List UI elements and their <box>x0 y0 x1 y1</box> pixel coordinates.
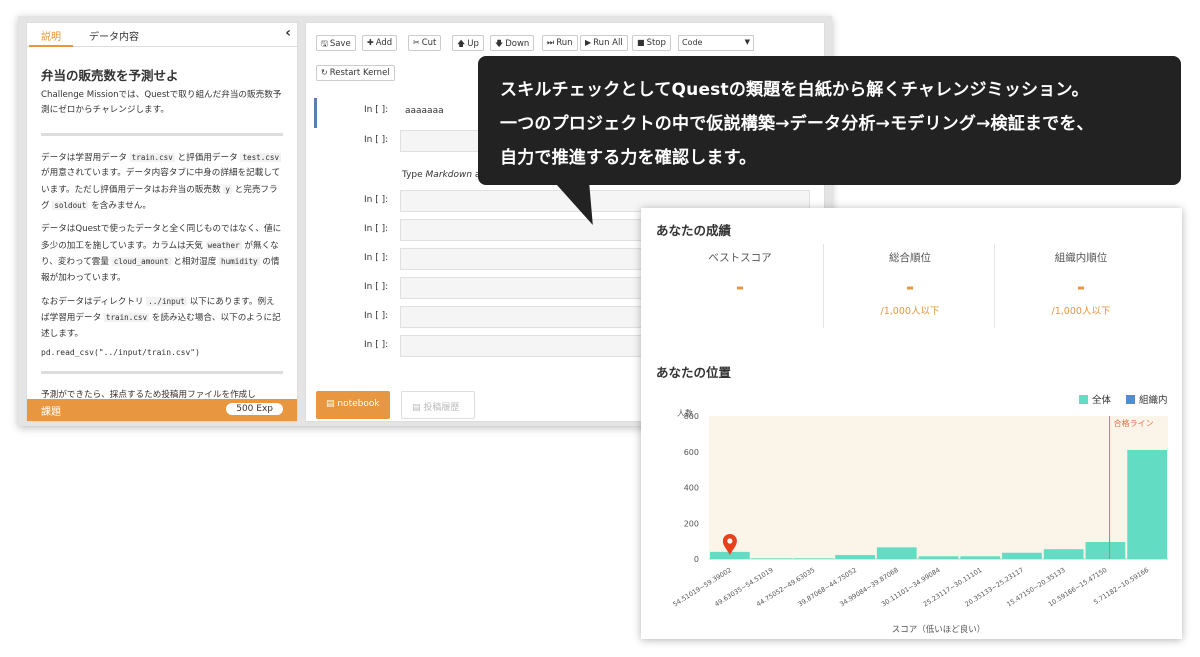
bar-all <box>793 558 834 559</box>
bar-all <box>751 558 792 559</box>
code-example: pd.read_csv("../input/train.csv") <box>41 348 200 358</box>
bar-all <box>1085 542 1126 559</box>
legend-swatch <box>1079 395 1088 404</box>
cell-prompt: In [ ]: <box>364 195 389 205</box>
tab-description[interactable]: 説明 <box>29 28 73 47</box>
paragraph-data-changes: データはQuestで使ったデータと全く同じものではなく、値に多少の加工を施してい… <box>41 224 282 283</box>
document-icon: ▤ <box>412 403 424 413</box>
y-tick-label: 800 <box>684 412 699 421</box>
y-tick-label: 200 <box>684 519 699 528</box>
results-title: あなたの成績 <box>656 223 732 238</box>
active-cell-indicator <box>314 98 317 128</box>
description-tabs: 説明 データ内容 ‹ <box>27 23 297 47</box>
save-icon: 🖫 <box>321 39 328 48</box>
callout-line: 自力で推進する力を確認します。 <box>500 148 757 168</box>
plus-icon: ✚ <box>367 38 374 47</box>
arrow-down-icon: 🡇 <box>495 39 504 48</box>
cell-type-select[interactable]: Code ▼ <box>678 35 754 51</box>
move-down-button[interactable]: 🡇 Down <box>490 35 535 51</box>
bar-all <box>960 556 1001 559</box>
save-button[interactable]: 🖫 Save <box>316 35 356 51</box>
cell-prompt: In [ ]: <box>364 340 389 350</box>
callout-line: 一つのプロジェクトの中で仮説構築→データ分析→モデリング→検証までを、 <box>500 114 1094 134</box>
bar-all <box>835 555 875 559</box>
bar-all <box>1002 552 1042 559</box>
refresh-icon: ↻ <box>321 68 328 77</box>
y-tick-label: 0 <box>694 555 699 564</box>
arrow-up-icon: 🡅 <box>457 39 466 48</box>
y-tick-label: 400 <box>684 484 699 493</box>
cell-prompt: In [ ]: <box>364 253 389 263</box>
location-marker-dot <box>727 538 733 544</box>
mission-title: 弁当の販売数を予測せよ <box>41 68 179 83</box>
tab-data-content[interactable]: データ内容 <box>89 28 139 43</box>
cell-prompt: In [ ]: <box>364 105 389 115</box>
add-button[interactable]: ✚ Add <box>362 35 398 51</box>
markdown-cell[interactable]: Type Markdown a <box>402 170 480 180</box>
y-tick-label: 600 <box>684 448 699 457</box>
best-score-stat: ベストスコア - <box>708 252 772 299</box>
submission-history-button[interactable]: ▤ 投稿履歴 <box>401 391 475 419</box>
exp-badge: 500 Exp <box>226 403 283 415</box>
scissors-icon: ✂ <box>413 38 420 47</box>
callout-line: スキルチェックとしてQuestの類題を白紙から解くチャレンジミッション。 <box>500 80 1089 100</box>
stat-divider <box>823 244 824 328</box>
legend-swatch <box>1126 395 1135 404</box>
paragraph-data-files: データは学習用データ train.csv と評価用データ test.csv が用… <box>41 152 282 212</box>
run-button[interactable]: ⏭ Run <box>542 35 578 51</box>
position-histogram: 人数020040060080054.51019~59.3900249.63035… <box>671 408 1168 635</box>
task-label: 課題 <box>41 407 61 418</box>
cut-button[interactable]: ✂ Cut <box>408 35 442 51</box>
cell-prompt: In [ ]: <box>364 135 389 145</box>
org-rank-stat: 組織内順位 - /1,000人以下 <box>1051 252 1111 317</box>
divider <box>41 132 283 136</box>
position-title: あなたの位置 <box>656 365 732 380</box>
run-all-button[interactable]: ▶ Run All <box>580 35 628 51</box>
task-footer: 課題 500 Exp <box>27 399 297 421</box>
notebook-button[interactable]: ▤ notebook <box>316 391 390 419</box>
restart-kernel-button[interactable]: ↻ Restart Kernel <box>316 65 395 81</box>
cell-prompt: In [ ]: <box>364 224 389 234</box>
chevron-down-icon: ▼ <box>744 38 750 46</box>
x-axis-label: スコア（低いほど良い） <box>892 624 986 635</box>
callout-bubble: スキルチェックとしてQuestの類題を白紙から解くチャレンジミッション。 一つの… <box>478 56 1181 185</box>
mission-description-panel: 説明 データ内容 ‹ 弁当の販売数を予測せよ Challenge Mission… <box>26 22 298 422</box>
results-card: あなたの成績 ベストスコア - 総合順位 - /1,000人以下 組織内順位 -… <box>641 208 1182 639</box>
overall-rank-stat: 総合順位 - /1,000人以下 <box>880 252 940 317</box>
cell-prompt: In [ ]: <box>364 311 389 321</box>
plot-area <box>709 416 1168 559</box>
divider <box>41 371 283 375</box>
bar-all <box>876 547 917 559</box>
step-forward-icon: ⏭ <box>547 38 555 47</box>
paragraph-data-directory: なおデータはディレクトリ ../input 以下にあります。例えば学習用データ … <box>41 297 281 339</box>
pass-line-label: 合格ライン <box>1114 418 1154 428</box>
collapse-panel-icon[interactable]: ‹ <box>285 25 291 41</box>
cell-prompt: In [ ]: <box>364 282 389 292</box>
mission-intro: Challenge Missionでは、Questで取り組んだ弁当の販売数予測に… <box>41 90 282 116</box>
stat-divider <box>994 244 995 328</box>
move-up-button[interactable]: 🡅 Up <box>452 35 484 51</box>
document-icon: ▤ <box>326 399 338 409</box>
bar-all <box>1127 449 1167 559</box>
bar-all <box>1043 549 1084 559</box>
play-circle-icon: ▶ <box>585 38 592 47</box>
stop-icon: ■ <box>637 38 645 47</box>
bar-all <box>918 556 959 559</box>
stop-button[interactable]: ■ Stop <box>632 35 671 51</box>
description-content: 弁当の販売数を予測せよ Challenge Missionでは、Questで取り… <box>27 47 297 404</box>
